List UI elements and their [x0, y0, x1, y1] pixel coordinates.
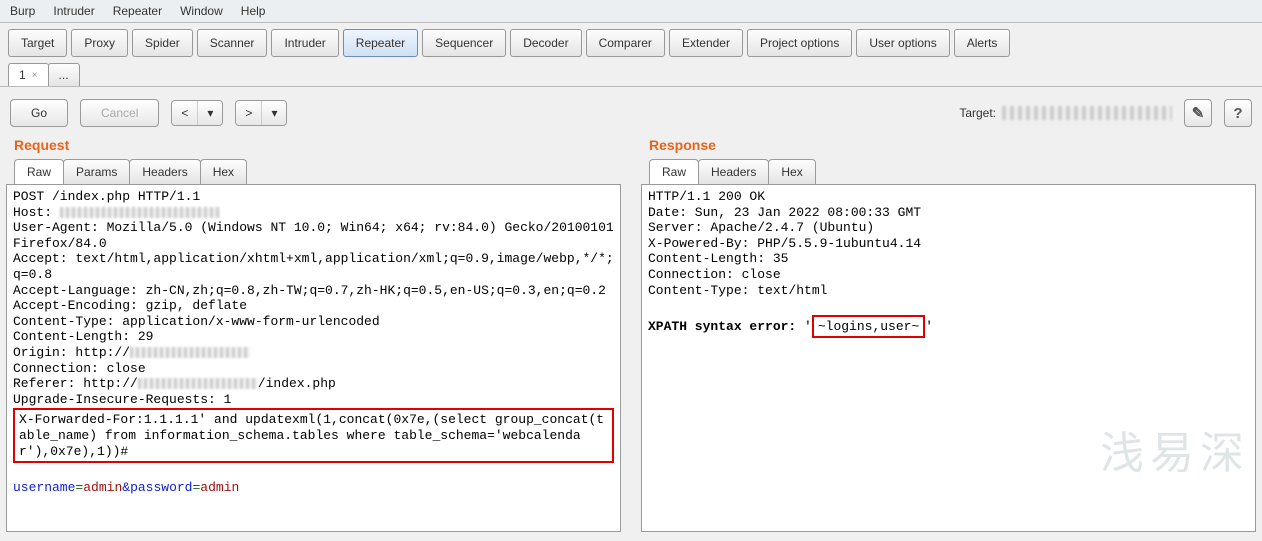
history-next-dropdown[interactable]: ▾ [262, 101, 286, 125]
req-line-host-label: Host: [13, 205, 60, 220]
resp-clen: Content-Length: 35 [648, 251, 788, 266]
pencil-icon: ✎ [1192, 104, 1205, 122]
split-panes: Request Raw Params Headers Hex POST /ind… [0, 133, 1262, 534]
req-xff-injection-highlight: X-Forwarded-For:1.1.1.1' and updatexml(1… [13, 408, 614, 463]
tab-scanner[interactable]: Scanner [197, 29, 268, 57]
history-next-group: > ▾ [235, 100, 287, 126]
menu-window[interactable]: Window [176, 2, 227, 20]
response-editor[interactable]: HTTP/1.1 200 OK Date: Sun, 23 Jan 2022 0… [641, 184, 1256, 532]
resp-ctype: Content-Type: text/html [648, 283, 827, 298]
request-editor[interactable]: POST /index.php HTTP/1.1 Host: User-Agen… [6, 184, 621, 532]
tab-user-options[interactable]: User options [856, 29, 949, 57]
menu-help[interactable]: Help [237, 2, 270, 20]
tab-decoder[interactable]: Decoder [510, 29, 581, 57]
req-line-clen: Content-Length: 29 [13, 329, 153, 344]
req-line-ua: User-Agent: Mozilla/5.0 (Windows NT 10.0… [13, 220, 621, 251]
history-next-button[interactable]: > [236, 101, 262, 125]
main-tabbar: Target Proxy Spider Scanner Intruder Rep… [0, 23, 1262, 57]
cancel-button[interactable]: Cancel [80, 99, 159, 127]
resp-error-trail: ' [925, 319, 933, 334]
help-button[interactable]: ? [1224, 99, 1252, 127]
request-pane: Request Raw Params Headers Hex POST /ind… [4, 133, 623, 534]
request-tab-params[interactable]: Params [63, 159, 130, 184]
menu-repeater[interactable]: Repeater [109, 2, 166, 20]
tab-project-options[interactable]: Project options [747, 29, 852, 57]
target-label: Target: [959, 106, 1172, 120]
req-line-conn: Connection: close [13, 361, 146, 376]
response-title: Response [639, 133, 1258, 159]
request-tab-hex[interactable]: Hex [200, 159, 247, 184]
req-line-accept: Accept: text/html,application/xhtml+xml,… [13, 251, 614, 282]
go-button[interactable]: Go [10, 99, 68, 127]
req-body-v2: admin [200, 480, 239, 495]
menu-intruder[interactable]: Intruder [49, 2, 98, 20]
resp-status: HTTP/1.1 200 OK [648, 189, 765, 204]
request-msg-tabs: Raw Params Headers Hex [4, 159, 623, 184]
tab-comparer[interactable]: Comparer [586, 29, 665, 57]
request-tab-headers[interactable]: Headers [129, 159, 200, 184]
repeater-tab-new[interactable]: ... [48, 63, 80, 86]
response-msg-tabs: Raw Headers Hex [639, 159, 1258, 184]
request-title: Request [4, 133, 623, 159]
response-pane: Response Raw Headers Hex HTTP/1.1 200 OK… [639, 133, 1258, 534]
pane-divider[interactable] [629, 133, 633, 534]
menu-burp[interactable]: Burp [6, 2, 39, 20]
target-host-redacted [1002, 106, 1172, 120]
resp-xpb: X-Powered-By: PHP/5.5.9-1ubuntu4.14 [648, 236, 921, 251]
req-host-redacted [60, 207, 220, 218]
req-line-enc: Accept-Encoding: gzip, deflate [13, 298, 247, 313]
action-row: Go Cancel < ▾ > ▾ Target: ✎ ? [0, 87, 1262, 133]
tab-target[interactable]: Target [8, 29, 67, 57]
repeater-tab-1-label: 1 [19, 68, 26, 82]
req-line-uir: Upgrade-Insecure-Requests: 1 [13, 392, 231, 407]
history-prev-dropdown[interactable]: ▾ [198, 101, 222, 125]
req-line-ctype: Content-Type: application/x-www-form-url… [13, 314, 380, 329]
req-line-post: POST /index.php HTTP/1.1 [13, 189, 200, 204]
tab-repeater[interactable]: Repeater [343, 29, 418, 57]
req-line-origin: Origin: http:// [13, 345, 130, 360]
req-body-amp: & [122, 480, 130, 495]
tab-proxy[interactable]: Proxy [71, 29, 128, 57]
request-tab-raw[interactable]: Raw [14, 159, 64, 184]
history-prev-button[interactable]: < [172, 101, 198, 125]
req-line-ref: Referer: http:// [13, 376, 138, 391]
menubar: Burp Intruder Repeater Window Help [0, 0, 1262, 23]
req-body-k2: password [130, 480, 192, 495]
history-prev-group: < ▾ [171, 100, 223, 126]
req-origin-redacted [130, 347, 250, 358]
req-body-k1: username [13, 480, 75, 495]
edit-target-button[interactable]: ✎ [1184, 99, 1212, 127]
tab-extender[interactable]: Extender [669, 29, 743, 57]
response-tab-headers[interactable]: Headers [698, 159, 769, 184]
req-line-lang: Accept-Language: zh-CN,zh;q=0.8,zh-TW;q=… [13, 283, 606, 298]
resp-conn: Connection: close [648, 267, 781, 282]
req-line-ref-tail: /index.php [258, 376, 336, 391]
resp-error-prefix: XPATH syntax error: [648, 319, 804, 334]
resp-server: Server: Apache/2.4.7 (Ubuntu) [648, 220, 874, 235]
response-tab-hex[interactable]: Hex [768, 159, 815, 184]
resp-error-highlight: ~logins,user~ [812, 315, 925, 339]
tab-sequencer[interactable]: Sequencer [422, 29, 506, 57]
tab-spider[interactable]: Spider [132, 29, 193, 57]
req-body-v1: admin [83, 480, 122, 495]
resp-error-lead: ' [804, 319, 812, 334]
response-tab-raw[interactable]: Raw [649, 159, 699, 184]
tab-intruder[interactable]: Intruder [271, 29, 338, 57]
repeater-tab-new-label: ... [59, 68, 69, 82]
help-icon: ? [1233, 105, 1242, 122]
repeater-sub-tabbar: 1 × ... [0, 57, 1262, 87]
resp-date: Date: Sun, 23 Jan 2022 08:00:33 GMT [648, 205, 921, 220]
tab-alerts[interactable]: Alerts [954, 29, 1011, 57]
req-ref-redacted [138, 378, 258, 389]
repeater-tab-1[interactable]: 1 × [8, 63, 49, 86]
close-icon[interactable]: × [32, 70, 38, 81]
target-label-text: Target: [959, 106, 996, 120]
